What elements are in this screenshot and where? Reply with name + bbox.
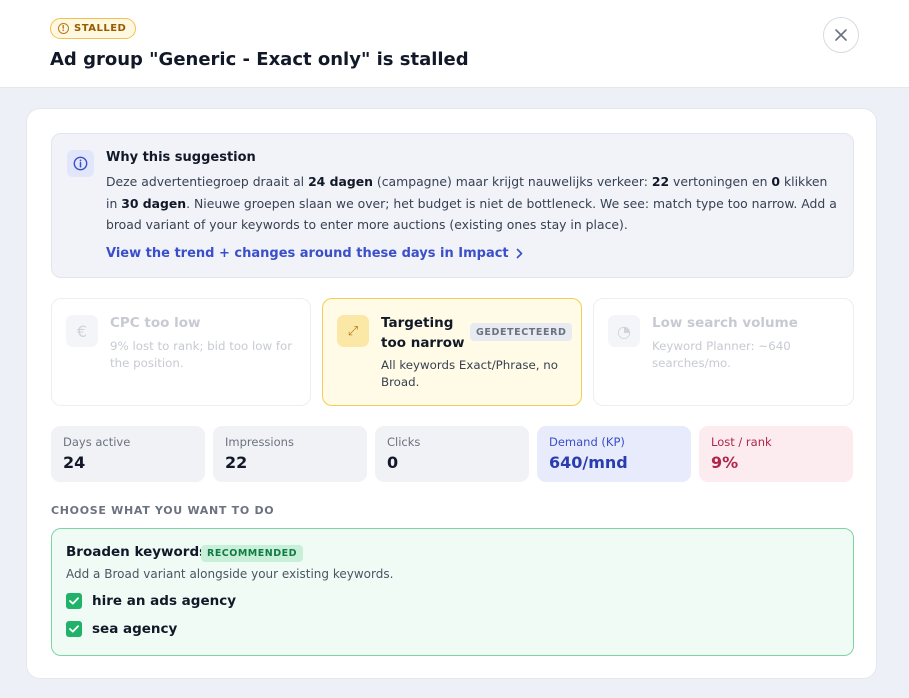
stat-value: 22 [225, 453, 248, 472]
status-badge-label: STALLED [74, 23, 127, 34]
close-icon [835, 29, 847, 41]
expand-arrows-icon: ⤢ [337, 315, 369, 347]
pie-chart-icon: ◔ [608, 315, 640, 347]
impact-trend-link-label[interactable]: View the trend + changes around these da… [106, 246, 509, 261]
chevron-right-icon [516, 248, 522, 259]
status-badge: ! STALLED [50, 18, 137, 39]
stat-label: Impressions [225, 435, 294, 449]
alert-icon: ! [58, 23, 69, 34]
why-heading: Why this suggestion [106, 150, 256, 165]
stat-clicks: Clicks 0 [375, 426, 529, 482]
clicks-value: 0 [771, 174, 781, 189]
option-desc: Add a Broad variant alongside your exist… [66, 567, 394, 581]
info-icon [67, 150, 94, 177]
stat-value: 0 [387, 453, 399, 472]
close-button[interactable] [823, 17, 859, 53]
diagnosis-title: Low search volume [652, 315, 798, 331]
keyword-label: hire an ads agency [92, 593, 237, 609]
impact-trend-link[interactable]: View the trend + changes around these da… [106, 246, 523, 261]
stat-value: 640/mnd [549, 453, 628, 472]
stat-days-active: Days active 24 [51, 426, 205, 482]
suggestion-card: Why this suggestion Deze advertentiegroe… [26, 108, 877, 679]
option-title: Broaden keywords [66, 544, 208, 560]
stat-label: Lost / rank [711, 435, 772, 449]
page-title: Ad group "Generic - Exact only" is stall… [50, 49, 469, 70]
modal-header: ! STALLED Ad group "Generic - Exact only… [0, 0, 909, 88]
stat-label: Demand (KP) [549, 435, 625, 449]
diagnosis-desc: 9% lost to rank; bid too low for the pos… [110, 339, 293, 370]
detected-badge: GEDETECTEERD [470, 323, 573, 341]
stat-impressions: Impressions 22 [213, 426, 367, 482]
option-broaden-keywords[interactable]: Broaden keywords RECOMMENDED Add a Broad… [51, 528, 854, 656]
keyword-item[interactable]: sea agency [66, 621, 177, 637]
diagnosis-cpc-too-low[interactable]: € CPC too low 9% lost to rank; bid too l… [51, 298, 311, 406]
stat-demand: Demand (KP) 640/mnd [537, 426, 691, 482]
impressions-value: 22 [651, 174, 670, 189]
days-window-value: 30 dagen [121, 195, 187, 211]
keyword-label: sea agency [92, 621, 178, 637]
stat-lost-rank: Lost / rank 9% [699, 426, 853, 482]
section-label: CHOOSE WHAT YOU WANT TO DO [51, 504, 275, 517]
checkbox-checked-icon[interactable] [66, 621, 82, 637]
diagnosis-desc: All keywords Exact/Phrase, no Broad. [381, 358, 558, 389]
stat-value: 24 [63, 453, 86, 472]
diagnosis-title: Targeting too narrow [381, 315, 465, 351]
diagnosis-targeting-too-narrow[interactable]: ⤢ Targeting too narrow GEDETECTEERD All … [322, 298, 582, 406]
days-campaign-value: 24 dagen [308, 174, 373, 189]
diagnosis-desc: Keyword Planner: ~640 searches/mo. [652, 339, 791, 370]
why-suggestion-panel: Why this suggestion Deze advertentiegroe… [51, 133, 854, 278]
keyword-item[interactable]: hire an ads agency [66, 593, 236, 609]
why-body: Deze advertentiegroep draait al 24 dagen… [106, 174, 837, 232]
stat-label: Days active [63, 435, 131, 449]
stat-value: 9% [711, 453, 739, 472]
euro-icon: € [66, 315, 98, 347]
diagnosis-title: CPC too low [110, 315, 201, 331]
stat-label: Clicks [387, 435, 421, 449]
checkbox-checked-icon[interactable] [66, 593, 82, 609]
recommended-badge: RECOMMENDED [201, 545, 303, 562]
diagnosis-low-search-volume[interactable]: ◔ Low search volume Keyword Planner: ~64… [593, 298, 854, 406]
